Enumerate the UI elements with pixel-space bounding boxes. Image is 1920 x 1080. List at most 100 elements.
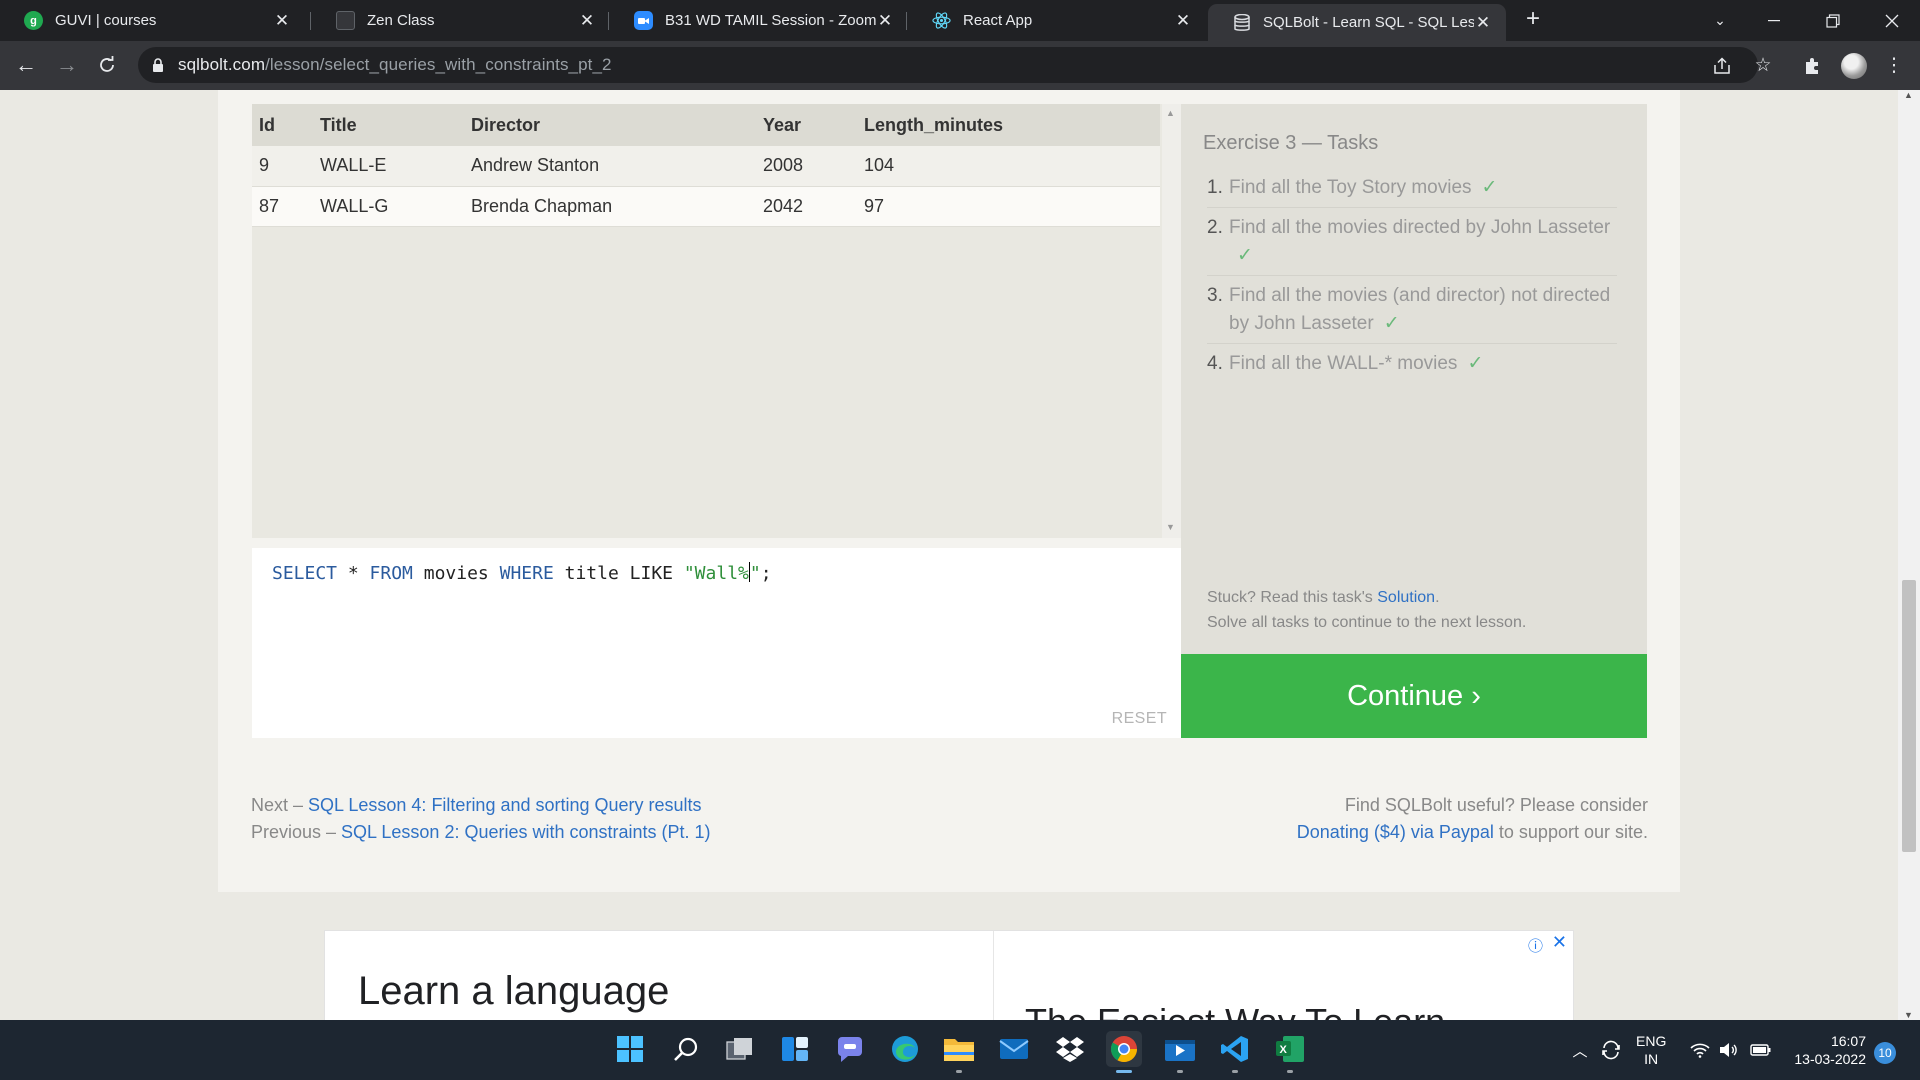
- profile-avatar[interactable]: [1841, 53, 1867, 79]
- sql-query-text[interactable]: SELECT * FROM movies WHERE title LIKE "W…: [272, 562, 772, 584]
- donate-link[interactable]: Donating ($4) via Paypal: [1297, 822, 1494, 842]
- bookmark-star-icon[interactable]: ☆: [1751, 54, 1775, 78]
- column-header-title: Title: [313, 104, 464, 146]
- ad-close-icon[interactable]: ✕: [1552, 932, 1567, 953]
- back-icon[interactable]: ←: [12, 52, 40, 80]
- donation-suffix: to support our site.: [1493, 822, 1648, 842]
- notification-badge[interactable]: 10: [1874, 1042, 1896, 1064]
- task-number: 2.: [1207, 217, 1223, 238]
- task-item: 2. Find all the movies directed by John …: [1207, 208, 1617, 276]
- lesson-navigation: Next – SQL Lesson 4: Filtering and sorti…: [251, 792, 711, 846]
- restore-icon[interactable]: [1805, 0, 1861, 41]
- results-table: Id Title Director Year Length_minutes 9 …: [252, 104, 1160, 227]
- wifi-icon[interactable]: [1688, 1020, 1712, 1080]
- vscode-icon[interactable]: [1217, 1031, 1253, 1073]
- sql-keyword: SELECT: [272, 563, 338, 584]
- language-indicator[interactable]: ENG IN: [1636, 1032, 1666, 1068]
- sqlbolt-icon: [1232, 13, 1251, 32]
- excel-icon[interactable]: X: [1272, 1031, 1308, 1073]
- file-explorer-icon[interactable]: [941, 1031, 977, 1073]
- close-icon[interactable]: ✕: [273, 11, 291, 31]
- minimize-icon[interactable]: [1746, 0, 1802, 41]
- forward-icon[interactable]: →: [53, 52, 81, 80]
- reset-button[interactable]: RESET: [1112, 710, 1167, 728]
- scroll-up-arrow-icon[interactable]: ▲: [1904, 90, 1913, 100]
- sql-query-editor[interactable]: SELECT * FROM movies WHERE title LIKE "W…: [252, 548, 1181, 738]
- solution-link[interactable]: Solution: [1377, 589, 1435, 606]
- cell-length-minutes: 104: [857, 146, 1160, 187]
- clock-date: 13-03-2022: [1794, 1051, 1866, 1067]
- lock-icon[interactable]: [152, 58, 164, 72]
- cell-director: Andrew Stanton: [464, 146, 756, 187]
- tab-sqlbolt[interactable]: SQLBolt - Learn SQL - SQL Lesson ✕: [1208, 4, 1506, 41]
- column-header-director: Director: [464, 104, 756, 146]
- task-view-icon[interactable]: [722, 1031, 758, 1067]
- cell-title: WALL-G: [313, 186, 464, 227]
- close-icon[interactable]: ✕: [876, 11, 894, 31]
- scroll-down-arrow-icon[interactable]: ▼: [1166, 522, 1175, 532]
- show-hidden-icons-icon[interactable]: ︿: [1568, 1020, 1592, 1080]
- task-number: 4.: [1207, 353, 1223, 374]
- battery-icon[interactable]: [1748, 1020, 1774, 1080]
- continue-button[interactable]: Continue ›: [1181, 654, 1647, 738]
- scroll-up-arrow-icon[interactable]: ▲: [1166, 108, 1175, 118]
- edge-icon[interactable]: [887, 1031, 923, 1067]
- windows-start-icon[interactable]: [612, 1031, 648, 1067]
- guvi-icon: g: [24, 11, 43, 30]
- tab-zen-class[interactable]: Zen Class ✕: [312, 0, 610, 41]
- column-header-length-minutes: Length_minutes: [857, 104, 1160, 146]
- tab-search-icon[interactable]: ⌄: [1692, 0, 1748, 41]
- running-indicator: [956, 1070, 962, 1073]
- url-text[interactable]: sqlbolt.com/lesson/select_queries_with_c…: [178, 55, 612, 75]
- sync-icon[interactable]: [1598, 1020, 1624, 1080]
- tab-zoom[interactable]: B31 WD TAMIL Session - Zoom ✕: [610, 0, 908, 41]
- close-icon[interactable]: ✕: [1174, 11, 1192, 31]
- share-icon[interactable]: [1710, 54, 1734, 78]
- sql-string: "Wall%: [683, 563, 749, 584]
- system-clock[interactable]: 16:07 13-03-2022: [1786, 1032, 1866, 1068]
- media-player-icon[interactable]: [1162, 1031, 1198, 1073]
- browser-tab-strip: g GUVI | courses ✕ Zen Class ✕ B31 WD TA…: [0, 0, 1920, 41]
- stuck-prefix: Stuck? Read this task's: [1207, 589, 1378, 606]
- address-bar[interactable]: sqlbolt.com/lesson/select_queries_with_c…: [138, 47, 1758, 83]
- ad-info-icon[interactable]: ⓘ: [1528, 935, 1543, 956]
- dropbox-icon[interactable]: [1052, 1031, 1088, 1067]
- sql-string: ": [749, 563, 761, 584]
- close-icon[interactable]: ✕: [578, 11, 596, 31]
- checkmark-icon: ✓: [1467, 353, 1484, 374]
- previous-lesson-link[interactable]: SQL Lesson 2: Queries with constraints (…: [341, 822, 711, 842]
- language-code: ENG: [1636, 1033, 1667, 1049]
- tab-title: SQLBolt - Learn SQL - SQL Lesson: [1263, 14, 1474, 31]
- advertisement-banner[interactable]: Learn a language The Easiest Way To Lear…: [324, 930, 1574, 1020]
- search-icon[interactable]: [668, 1031, 704, 1067]
- tab-guvi[interactable]: g GUVI | courses ✕: [0, 0, 305, 41]
- scrollbar-thumb[interactable]: [1902, 580, 1916, 852]
- scroll-down-arrow-icon[interactable]: ▼: [1904, 1010, 1913, 1020]
- chrome-menu-icon[interactable]: ⋮: [1882, 54, 1906, 78]
- mail-icon[interactable]: [996, 1031, 1032, 1067]
- results-header-row: Id Title Director Year Length_minutes: [252, 104, 1160, 146]
- previous-prefix: Previous –: [251, 822, 342, 842]
- cell-year: 2008: [756, 146, 857, 187]
- ad-headline[interactable]: Learn a language: [358, 969, 669, 1014]
- tab-separator: [310, 12, 311, 30]
- reload-icon[interactable]: [93, 52, 121, 80]
- page-scrollbar[interactable]: ▲ ▼: [1898, 90, 1920, 1020]
- chrome-icon[interactable]: [1106, 1031, 1142, 1073]
- new-tab-button[interactable]: +: [1521, 7, 1545, 32]
- teams-chat-icon[interactable]: [832, 1031, 868, 1067]
- close-icon[interactable]: ✕: [1474, 13, 1492, 33]
- window-close-icon[interactable]: [1864, 0, 1920, 41]
- ad-secondary-text[interactable]: The Easiest Way To Learn: [1025, 1001, 1445, 1020]
- volume-icon[interactable]: [1716, 1020, 1740, 1080]
- checkmark-icon: ✓: [1383, 313, 1400, 334]
- widgets-icon[interactable]: [777, 1031, 813, 1067]
- task-number: 1.: [1207, 177, 1223, 198]
- extensions-icon[interactable]: [1800, 54, 1824, 78]
- table-row: 9 WALL-E Andrew Stanton 2008 104: [252, 146, 1160, 187]
- results-scrollbar[interactable]: ▲ ▼: [1162, 104, 1181, 538]
- sql-keyword: WHERE: [499, 563, 554, 584]
- tab-react-app[interactable]: React App ✕: [908, 0, 1206, 41]
- next-lesson-link[interactable]: SQL Lesson 4: Filtering and sorting Quer…: [308, 795, 702, 815]
- column-header-year: Year: [756, 104, 857, 146]
